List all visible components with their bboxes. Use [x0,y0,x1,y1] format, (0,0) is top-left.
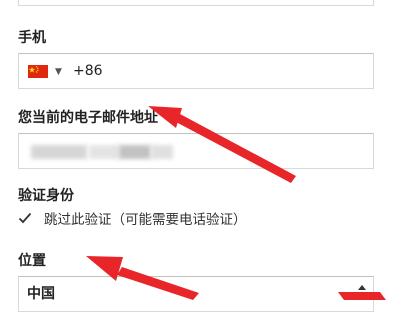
phone-input[interactable]: ▼ +86 [18,53,374,89]
caret-down-icon: ▼ [55,67,62,77]
redacted-email-part [119,145,151,159]
verify-label: 验证身份 [18,188,74,204]
location-selected-value: 中国 [27,286,55,302]
location-select[interactable]: 中国 [18,276,374,312]
checkmark-icon[interactable] [18,211,32,225]
select-updown-icon [358,285,366,299]
location-label: 位置 [18,253,46,269]
phone-label: 手机 [18,30,46,46]
email-label: 您当前的电子邮件地址 [18,110,158,126]
previous-field[interactable] [18,0,374,6]
skip-verification-checkbox[interactable]: 跳过此验证（可能需要电话验证） [18,208,247,228]
redacted-email-part [89,145,119,159]
redacted-email-part [151,145,173,159]
phone-country-code: +86 [73,63,103,79]
skip-verification-label: 跳过此验证（可能需要电话验证） [44,212,247,228]
email-input[interactable] [18,133,374,169]
redacted-email [31,145,87,159]
china-flag-icon [28,65,48,78]
